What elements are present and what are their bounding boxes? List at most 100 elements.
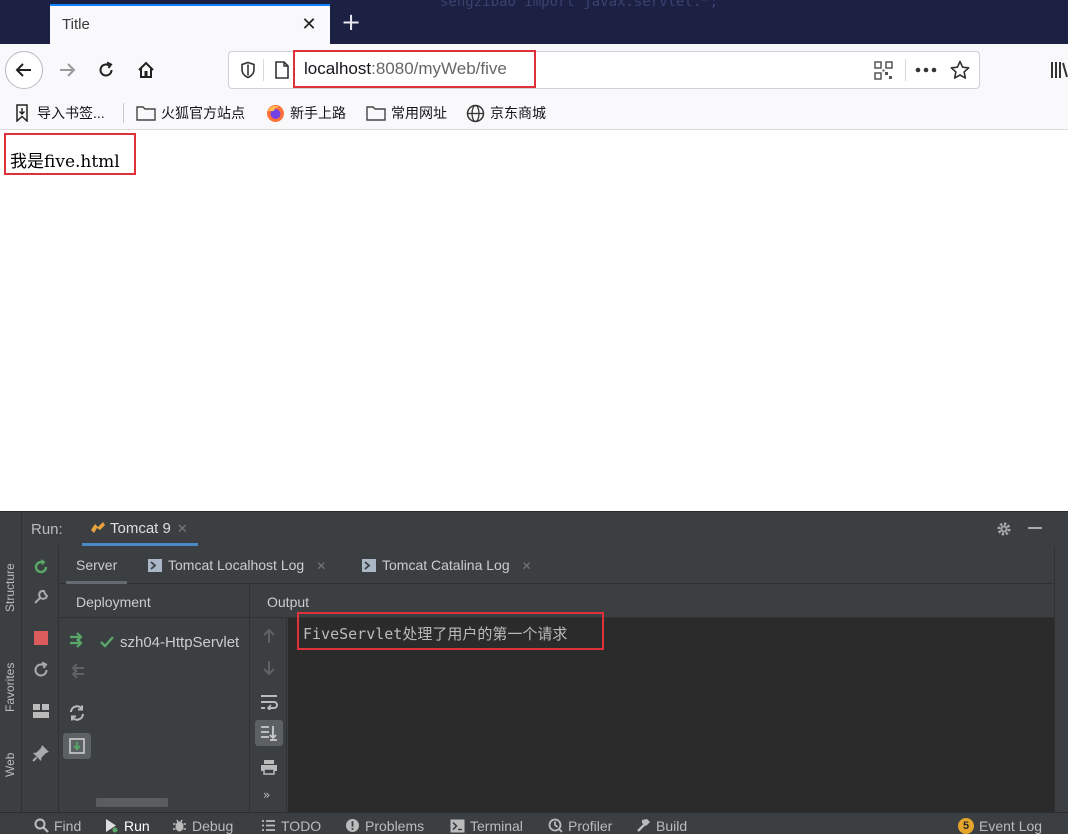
edit-configuration-button[interactable] bbox=[30, 586, 52, 608]
tab-label: Tomcat Catalina Log bbox=[382, 557, 510, 573]
browser-tab[interactable]: Title ✕ bbox=[50, 4, 330, 44]
url-divider-right bbox=[905, 59, 906, 81]
page-content: 我是five.html bbox=[0, 131, 1068, 511]
print-icon[interactable] bbox=[260, 759, 278, 775]
console-icon bbox=[148, 559, 162, 572]
refresh-icon bbox=[34, 661, 48, 677]
reload-button[interactable] bbox=[87, 51, 125, 89]
qr-code-icon[interactable] bbox=[874, 61, 893, 80]
tab-close-icon[interactable]: ✕ bbox=[298, 14, 320, 36]
bug-icon bbox=[173, 819, 186, 832]
tool-find[interactable]: Find bbox=[34, 817, 81, 834]
bookmark-label: 新手上路 bbox=[290, 105, 346, 121]
tab-tomcat-localhost-log[interactable]: Tomcat Localhost Log ✕ bbox=[148, 546, 326, 584]
browser-tab-strip: sengzibao import javax.servlet.*; Title … bbox=[0, 0, 1068, 44]
firefox-icon bbox=[267, 104, 284, 122]
page-info-icon[interactable] bbox=[274, 61, 290, 79]
tool-debug[interactable]: Debug bbox=[172, 817, 233, 834]
tool-event-log[interactable]: 5 Event Log bbox=[958, 817, 1042, 834]
rerun-button[interactable] bbox=[30, 556, 52, 578]
tool-label: Debug bbox=[192, 817, 234, 834]
terminal-icon bbox=[450, 819, 465, 832]
url-divider bbox=[263, 59, 264, 81]
bookmark-firefox-official[interactable]: 火狐官方站点 bbox=[136, 103, 245, 123]
refresh-icon[interactable] bbox=[68, 704, 86, 722]
deployment-panel: Deployment szh04-HttpServlet bbox=[60, 584, 250, 812]
bookmark-star-icon[interactable] bbox=[950, 60, 970, 80]
tab-label: Tomcat Localhost Log bbox=[168, 557, 305, 573]
arrow-down-icon[interactable] bbox=[262, 660, 276, 676]
back-button[interactable] bbox=[5, 51, 43, 89]
pin-tab-button[interactable] bbox=[30, 742, 52, 764]
output-toolbar: » bbox=[251, 618, 287, 812]
bottom-tool-bar: Find Run Debug TODO Problems Terminal Pr… bbox=[0, 812, 1068, 834]
tool-run[interactable]: Run bbox=[104, 817, 150, 834]
url-highlight-box bbox=[293, 50, 536, 88]
scroll-to-end-toggle[interactable] bbox=[255, 720, 283, 746]
favorites-tool-tab[interactable]: Favorites bbox=[3, 663, 17, 712]
deployment-artifact-name: szh04-HttpServlet bbox=[120, 634, 240, 651]
tool-terminal[interactable]: Terminal bbox=[450, 817, 523, 834]
more-actions-icon[interactable] bbox=[915, 67, 937, 73]
layout-button[interactable] bbox=[30, 700, 52, 722]
bookmark-import[interactable]: 导入书签... bbox=[14, 103, 105, 123]
deployment-artifact[interactable]: szh04-HttpServlet bbox=[100, 634, 248, 651]
undeploy-icon[interactable] bbox=[68, 662, 86, 680]
web-tool-tab[interactable]: Web bbox=[3, 753, 17, 777]
tool-label: Build bbox=[656, 817, 688, 834]
close-icon[interactable]: ✕ bbox=[316, 559, 326, 573]
list-icon bbox=[262, 820, 275, 831]
horizontal-scrollbar[interactable] bbox=[96, 798, 168, 807]
globe-icon bbox=[466, 104, 485, 122]
checkmark-icon bbox=[100, 636, 114, 648]
stop-icon bbox=[34, 631, 48, 645]
pin-icon bbox=[32, 745, 49, 762]
bookmark-jd-mall[interactable]: 京东商城 bbox=[466, 103, 546, 123]
more-tools-icon[interactable]: » bbox=[263, 788, 270, 802]
tool-build[interactable]: Build bbox=[636, 817, 687, 834]
new-tab-button[interactable]: + bbox=[339, 10, 363, 34]
tool-label: TODO bbox=[281, 817, 322, 834]
show-output-toggle[interactable] bbox=[63, 733, 91, 759]
output-icon bbox=[69, 738, 85, 754]
tab-tomcat-catalina-log[interactable]: Tomcat Catalina Log ✕ bbox=[362, 546, 532, 584]
console-icon bbox=[362, 559, 376, 572]
close-icon[interactable]: ✕ bbox=[177, 521, 188, 536]
gear-icon[interactable] bbox=[996, 521, 1012, 537]
shield-icon[interactable] bbox=[239, 61, 257, 79]
scroll-to-end-icon bbox=[261, 726, 277, 741]
bookmarks-toolbar: 导入书签... 火狐官方站点 新手上路 常用网址 京东商城 bbox=[0, 96, 1068, 130]
minimize-icon[interactable] bbox=[1028, 527, 1042, 530]
tool-problems[interactable]: Problems bbox=[345, 817, 424, 834]
problems-icon bbox=[346, 819, 359, 832]
arrow-left-icon bbox=[15, 63, 31, 77]
bookmark-label: 常用网址 bbox=[391, 105, 447, 121]
home-button[interactable] bbox=[127, 51, 165, 89]
run-tab-tomcat[interactable]: Tomcat 9 ✕ bbox=[82, 512, 198, 546]
tool-profiler[interactable]: Profiler bbox=[548, 817, 612, 834]
bookmark-getting-started[interactable]: 新手上路 bbox=[266, 103, 346, 123]
forward-button[interactable] bbox=[48, 51, 86, 89]
run-toolbar bbox=[22, 546, 59, 812]
stop-button[interactable] bbox=[30, 627, 52, 649]
hammer-icon bbox=[637, 819, 650, 832]
tool-todo[interactable]: TODO bbox=[261, 817, 321, 834]
folder-icon bbox=[366, 106, 386, 121]
run-sub-tabs: Server Tomcat Localhost Log ✕ Tomcat Cata… bbox=[60, 546, 1054, 584]
deploy-icon[interactable] bbox=[68, 630, 88, 650]
soft-wrap-icon[interactable] bbox=[260, 694, 278, 710]
rerun-icon bbox=[34, 559, 48, 574]
bookmark-common-sites[interactable]: 常用网址 bbox=[366, 103, 447, 123]
update-button[interactable] bbox=[30, 659, 52, 681]
library-icon[interactable] bbox=[1050, 60, 1068, 80]
page-text-highlight-box bbox=[4, 133, 136, 175]
arrow-up-icon[interactable] bbox=[262, 628, 276, 644]
import-icon bbox=[16, 104, 28, 122]
deployment-header: Deployment bbox=[60, 584, 249, 618]
tool-label: Profiler bbox=[568, 817, 613, 834]
structure-tool-tab[interactable]: Structure bbox=[3, 563, 17, 612]
close-icon[interactable]: ✕ bbox=[522, 559, 532, 573]
folder-icon bbox=[136, 106, 156, 121]
tab-server[interactable]: Server bbox=[66, 546, 128, 584]
tool-label: Find bbox=[54, 817, 82, 834]
